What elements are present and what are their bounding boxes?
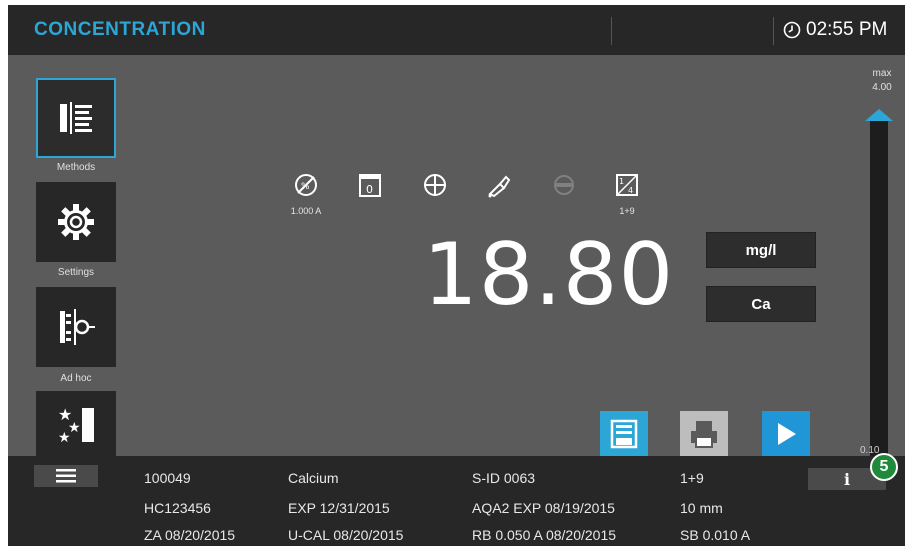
save-button[interactable] xyxy=(600,411,648,457)
callout-badge: 5 xyxy=(870,453,898,481)
menu-button[interactable] xyxy=(34,465,98,487)
sidebar-item-settings[interactable] xyxy=(36,182,116,262)
clock-icon xyxy=(783,21,801,39)
print-button[interactable] xyxy=(680,411,728,457)
method-name: Calcium xyxy=(288,470,339,486)
scale-track xyxy=(870,117,888,457)
zero-cuvette-icon[interactable]: 0 xyxy=(355,170,385,200)
sidebar-item-label: Ad hoc xyxy=(60,373,92,384)
user-cal-date: U-CAL 08/20/2015 xyxy=(288,527,404,543)
dilution-value: 1+9 xyxy=(619,206,635,216)
method-number: 100049 xyxy=(144,470,191,486)
scale-max: max 4.00 xyxy=(866,67,898,95)
sample-blank: SB 0.010 A xyxy=(680,527,751,543)
reagent-blank: RB 0.050 A 08/20/2015 xyxy=(472,527,617,543)
instrument-screen: CONCENTRATION 02:55 PM Methods Settings … xyxy=(8,5,905,546)
adhoc-icon xyxy=(60,309,95,345)
save-icon xyxy=(610,419,638,449)
svg-text:★: ★ xyxy=(58,430,71,446)
disabled-lid-icon xyxy=(549,170,579,200)
measurement-value: 18.80 xyxy=(423,225,675,325)
svg-text:4: 4 xyxy=(628,186,633,195)
sidebar-item-adhoc[interactable] xyxy=(36,287,116,367)
scale-max-label: max xyxy=(872,68,892,79)
aqa-expiry: AQA2 EXP 08/19/2015 xyxy=(472,500,615,516)
favorites-stars-icon: ★ ★ ★ xyxy=(58,405,94,446)
sidebar-item-favorites[interactable]: ★ ★ ★ xyxy=(36,391,116,457)
play-icon xyxy=(778,423,796,445)
expiry-date: EXP 12/31/2015 xyxy=(288,500,390,516)
crosshair-icon[interactable] xyxy=(420,170,450,200)
methods-list-icon xyxy=(60,102,92,134)
svg-text:%: % xyxy=(301,182,310,192)
page-title: CONCENTRATION xyxy=(34,19,206,40)
header-divider xyxy=(611,17,612,45)
printer-icon xyxy=(691,421,717,448)
header-divider xyxy=(773,17,774,45)
pipette-icon[interactable] xyxy=(484,170,514,200)
scale-pointer-icon xyxy=(865,109,893,121)
zero-adjust-date: ZA 08/20/2015 xyxy=(144,527,236,543)
start-button[interactable] xyxy=(762,411,810,457)
clock: 02:55 PM xyxy=(783,19,887,41)
dilution-icon[interactable]: 1 4 xyxy=(612,170,642,200)
svg-text:0: 0 xyxy=(366,183,373,196)
path-length: 10 mm xyxy=(680,500,723,516)
species-button[interactable]: Ca xyxy=(706,286,816,322)
lot-number: HC123456 xyxy=(144,500,211,516)
clock-time: 02:55 PM xyxy=(806,19,888,40)
svg-text:1: 1 xyxy=(619,177,624,186)
sample-id: S-ID 0063 xyxy=(472,470,536,486)
scale-max-value: 4.00 xyxy=(872,82,892,93)
dilution: 1+9 xyxy=(680,470,704,486)
header-bar: CONCENTRATION 02:55 PM xyxy=(8,5,905,55)
sidebar-item-methods[interactable] xyxy=(36,78,116,158)
info-bar: 100049 Calcium S-ID 0063 1+9 HC123456 EX… xyxy=(8,456,905,546)
sidebar-item-label: Methods xyxy=(56,162,96,173)
sidebar-item-label: Settings xyxy=(57,267,95,278)
blank-absorbance-icon[interactable]: % xyxy=(291,170,321,200)
unit-button[interactable]: mg/l xyxy=(706,232,816,268)
blank-absorbance-value: 1.000 A xyxy=(290,206,322,216)
gear-icon xyxy=(58,204,94,240)
hamburger-icon xyxy=(56,469,76,483)
